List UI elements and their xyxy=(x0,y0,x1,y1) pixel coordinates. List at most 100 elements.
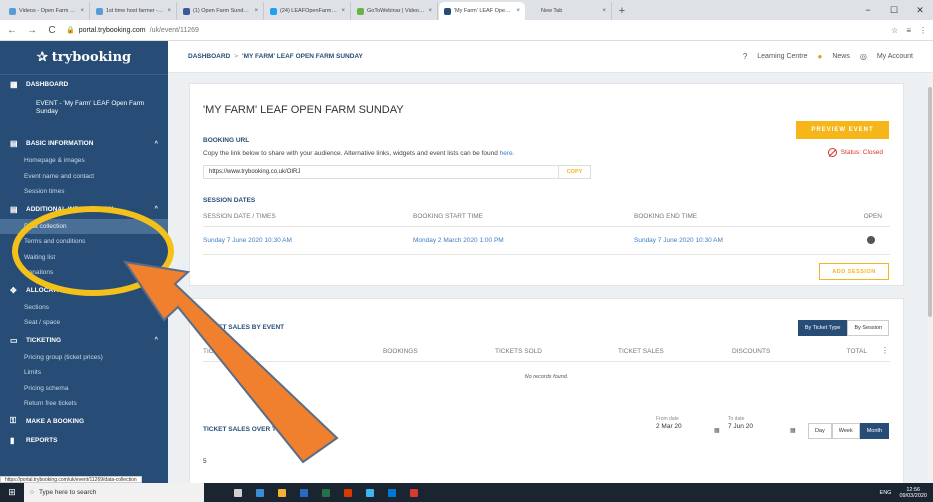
tab-close-icon[interactable]: × xyxy=(254,8,258,14)
taskbar-app-icon[interactable] xyxy=(322,488,330,497)
sidebar-group-header[interactable]: ▤ ADDITIONAL INFORMATION ^ xyxy=(0,200,168,219)
sidebar-make-booking[interactable]: ⚿ MAKE A BOOKING xyxy=(0,412,168,431)
news-link[interactable]: News xyxy=(832,53,850,60)
copy-button[interactable]: COPY xyxy=(558,166,590,178)
taskbar-app-icon[interactable] xyxy=(388,488,396,497)
taskbar-app-icon[interactable] xyxy=(256,488,264,497)
sidebar-group-header[interactable]: ▤ BASIC INFORMATION ^ xyxy=(0,134,168,153)
trybooking-logo[interactable]: ✰ trybooking xyxy=(0,41,168,75)
tab-close-icon[interactable]: × xyxy=(80,8,84,14)
windows-start-icon[interactable]: ⊞ xyxy=(0,487,24,498)
browser-menu-icon[interactable]: ⋮ xyxy=(919,26,927,35)
booking-url-label: BOOKING URL xyxy=(203,137,250,144)
sidebar-group-header[interactable]: ▭ TICKETING ^ xyxy=(0,331,168,350)
sidebar-event-label[interactable]: EVENT - 'My Farm' LEAF Open Farm Sunday xyxy=(0,94,168,134)
taskbar-app-icon[interactable] xyxy=(300,488,308,497)
sidebar-item[interactable]: Pricing schema xyxy=(0,381,168,397)
sidebar-item[interactable]: Data collection xyxy=(0,218,168,234)
browser-tab[interactable]: (24) LEAFOpenFarmSunday (@O...× xyxy=(265,2,351,20)
booking-start-header: BOOKING START TIME xyxy=(413,213,483,220)
taskbar-app-icon[interactable] xyxy=(344,488,352,497)
alternative-links-link[interactable]: here. xyxy=(500,150,515,157)
new-tab-button[interactable]: + xyxy=(613,2,631,20)
clock[interactable]: 12:56 09/03/2020 xyxy=(899,487,927,499)
my-account-link[interactable]: My Account xyxy=(877,53,913,60)
session-date-value[interactable]: Sunday 7 June 2020 10:30 AM xyxy=(203,237,292,244)
taskbar-app-icon[interactable] xyxy=(410,488,418,497)
tab-title: New Tab xyxy=(541,8,563,14)
booking-url-value: https://www.trybooking.co.uk/OIRJ xyxy=(209,169,301,175)
sidebar-item[interactable]: Return free tickets xyxy=(0,396,168,412)
discounts-header: DISCOUNTS xyxy=(732,348,771,355)
reload-button[interactable]: C xyxy=(46,25,58,36)
forward-button[interactable]: → xyxy=(26,25,38,36)
maximize-button[interactable]: ☐ xyxy=(881,5,907,16)
booking-end-value[interactable]: Sunday 7 June 2020 10:30 AM xyxy=(634,237,723,244)
week-button[interactable]: Week xyxy=(831,423,860,439)
add-session-button[interactable]: ADD SESSION xyxy=(819,263,889,280)
sidebar-item[interactable]: Waiting list xyxy=(0,250,168,266)
sidebar-item[interactable]: Pricing group (ticket prices) xyxy=(0,350,168,366)
scrollbar-thumb[interactable] xyxy=(928,87,932,317)
reading-list-icon[interactable]: ≡ xyxy=(906,26,911,35)
sidebar-item[interactable]: Session times xyxy=(0,184,168,200)
browser-tab[interactable]: 1st time host farmer - Open Farm× xyxy=(91,2,177,20)
month-button[interactable]: Month xyxy=(859,423,889,439)
taskbar-app-icon[interactable] xyxy=(234,488,242,497)
tab-close-icon[interactable]: × xyxy=(516,8,520,14)
taskbar-app-icon[interactable] xyxy=(366,488,374,497)
calendar-icon[interactable]: ▦ xyxy=(714,427,720,434)
booking-url-field[interactable]: https://www.trybooking.co.uk/OIRJ COPY xyxy=(203,165,591,179)
sidebar-group-title: ADDITIONAL INFORMATION xyxy=(26,205,114,213)
search-icon: ○ xyxy=(30,489,34,496)
taskbar-app-icon[interactable] xyxy=(278,488,286,497)
sidebar-item[interactable]: Donations xyxy=(0,265,168,281)
url-field[interactable]: 🔒 portal.trybooking.com/uk/event/11269 xyxy=(66,26,883,35)
table-divider xyxy=(203,361,890,362)
by-session-button[interactable]: By Session xyxy=(847,320,889,336)
browser-tab[interactable]: Videos - Open Farm Sunday× xyxy=(4,2,90,20)
tab-favicon-icon xyxy=(270,7,277,15)
browser-tab[interactable]: (1) Open Farm Sunday Host Farm× xyxy=(178,2,264,20)
browser-tab[interactable]: GoToWebinar | Video Library× xyxy=(352,2,438,20)
language-indicator[interactable]: ENG xyxy=(880,490,892,496)
to-date-field[interactable]: To date 7 Jun 20 xyxy=(728,416,753,430)
sidebar-reports[interactable]: ▮ REPORTS xyxy=(0,431,168,450)
breadcrumb-dashboard[interactable]: DASHBOARD xyxy=(188,53,230,60)
sidebar-item[interactable]: Limits xyxy=(0,365,168,381)
minimize-button[interactable]: − xyxy=(855,5,881,15)
tab-close-icon[interactable]: × xyxy=(167,8,171,14)
sidebar-group-header[interactable]: ✥ ALLOCATION ^ xyxy=(0,281,168,300)
tab-close-icon[interactable]: × xyxy=(602,8,606,14)
help-circle-icon: ? xyxy=(742,52,748,61)
browser-tab[interactable]: 'My Farm' LEAF Open Farm Sund× xyxy=(439,2,525,20)
more-options-icon[interactable]: ⋮ xyxy=(881,346,889,355)
day-button[interactable]: Day xyxy=(807,423,832,439)
sidebar-item[interactable]: Terms and conditions xyxy=(0,234,168,250)
dashboard-icon: ▦ xyxy=(10,80,18,89)
by-ticket-type-button[interactable]: By Ticket Type xyxy=(797,320,848,336)
session-open-indicator[interactable] xyxy=(867,236,875,244)
browser-tab[interactable]: New Tab × xyxy=(526,2,612,20)
tab-close-icon[interactable]: × xyxy=(428,8,432,14)
sidebar-dashboard[interactable]: ▦ DASHBOARD xyxy=(0,75,168,94)
taskbar-search[interactable]: ○ Type here to search xyxy=(24,483,204,502)
tickets-sold-header: TICKETS SOLD xyxy=(495,348,542,355)
booking-start-value[interactable]: Monday 2 March 2020 1:00 PM xyxy=(413,237,504,244)
from-date-field[interactable]: From date 2 Mar 20 xyxy=(656,416,682,430)
ticket-sales-card: TICKET SALES BY EVENT By Ticket Type By … xyxy=(189,298,904,483)
ticket-sales-by-event-title: TICKET SALES BY EVENT xyxy=(203,324,285,331)
preview-event-button[interactable]: PREVIEW EVENT xyxy=(796,121,889,139)
sidebar-item[interactable]: Seat / space xyxy=(0,315,168,331)
bookmark-star-icon[interactable]: ☆ xyxy=(891,26,898,35)
page-scrollbar[interactable] xyxy=(927,73,933,483)
back-button[interactable]: ← xyxy=(6,25,18,36)
learning-centre-link[interactable]: Learning Centre xyxy=(757,53,807,60)
sidebar-item[interactable]: Homepage & images xyxy=(0,153,168,169)
sidebar-item[interactable]: Event name and contact xyxy=(0,169,168,185)
sidebar-item[interactable]: Sections xyxy=(0,300,168,316)
session-date-header: SESSION DATE / TIMES xyxy=(203,213,276,220)
calendar-icon[interactable]: ▦ xyxy=(790,427,796,434)
close-window-button[interactable]: ✕ xyxy=(907,5,933,16)
tab-close-icon[interactable]: × xyxy=(341,8,345,14)
